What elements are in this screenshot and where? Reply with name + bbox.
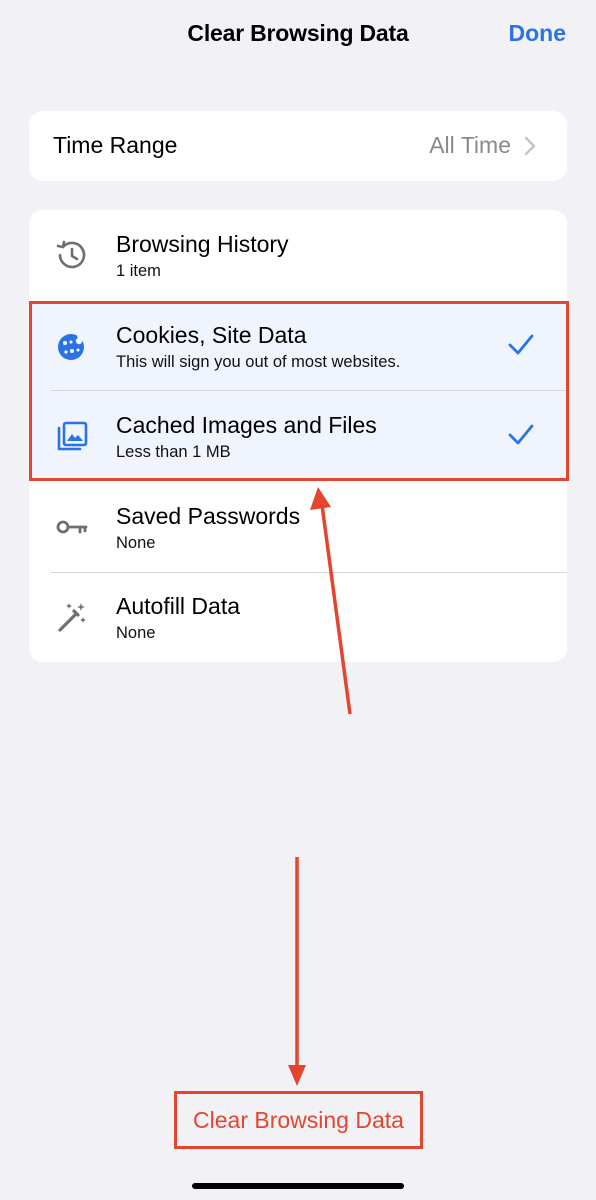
annotation-arrow-down: [288, 857, 306, 1086]
clear-browsing-data-button[interactable]: Clear Browsing Data: [174, 1091, 423, 1149]
home-indicator: [192, 1183, 404, 1189]
annotation-arrows: [288, 487, 352, 1086]
annotation-arrow-up: [310, 487, 352, 715]
